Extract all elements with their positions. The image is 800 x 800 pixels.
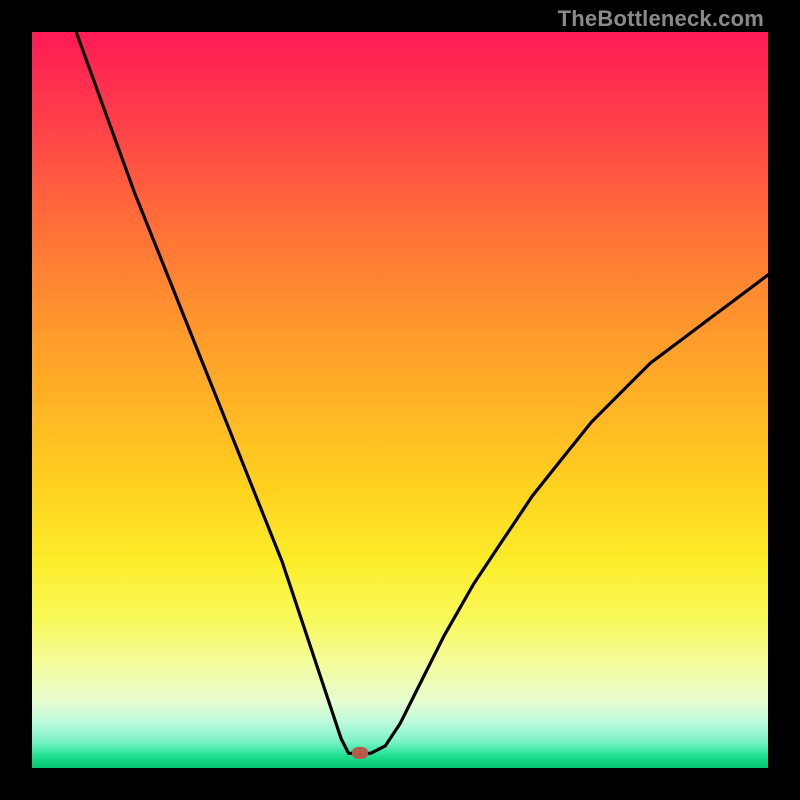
- plot-area: [32, 32, 768, 768]
- bottleneck-curve: [32, 32, 768, 768]
- watermark-text: TheBottleneck.com: [558, 6, 764, 32]
- curve-path: [76, 32, 768, 753]
- optimal-point-marker: [352, 747, 368, 759]
- chart-frame: TheBottleneck.com: [0, 0, 800, 800]
